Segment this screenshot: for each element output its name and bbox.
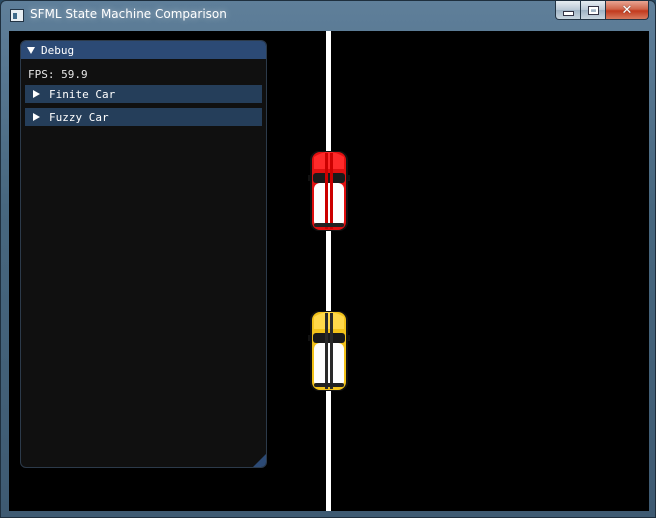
expand-arrow-icon [33, 90, 40, 98]
close-button[interactable]: ✕ [606, 1, 649, 20]
yellow-car-sprite [308, 311, 350, 391]
minimize-button[interactable] [555, 1, 581, 20]
close-icon: ✕ [621, 2, 633, 18]
fps-readout: FPS: 59.9 [28, 68, 88, 81]
tree-node-fuzzy-car[interactable]: Fuzzy Car [25, 108, 262, 126]
app-icon[interactable] [10, 9, 24, 22]
expand-arrow-icon [33, 113, 40, 121]
maximize-button[interactable] [581, 1, 606, 20]
red-car-sprite [308, 151, 350, 231]
maximize-icon [587, 5, 599, 15]
fps-value: 59.9 [61, 68, 88, 81]
render-canvas[interactable]: Debug FPS: 59.9 Finite Car Fuzzy Car [9, 31, 649, 511]
yellow-car [307, 309, 351, 393]
tree-node-label: Fuzzy Car [49, 110, 109, 124]
resize-grip[interactable] [253, 454, 266, 467]
debug-panel-title: Debug [41, 43, 75, 57]
title-bar[interactable]: SFML State Machine Comparison ✕ [1, 1, 655, 31]
minimize-icon [562, 10, 574, 16]
window-title: SFML State Machine Comparison [30, 7, 227, 21]
fps-label: FPS: [28, 68, 55, 81]
lane-line [326, 31, 331, 511]
tree-node-label: Finite Car [49, 87, 116, 101]
window-controls: ✕ [555, 1, 649, 20]
collapse-arrow-icon[interactable] [27, 46, 35, 54]
tree-node-finite-car[interactable]: Finite Car [25, 85, 262, 103]
app-window: SFML State Machine Comparison ✕ Debug FP… [0, 0, 656, 518]
debug-panel[interactable]: Debug FPS: 59.9 Finite Car Fuzzy Car [20, 40, 267, 468]
red-car [307, 149, 351, 233]
debug-panel-header[interactable]: Debug [21, 41, 266, 59]
